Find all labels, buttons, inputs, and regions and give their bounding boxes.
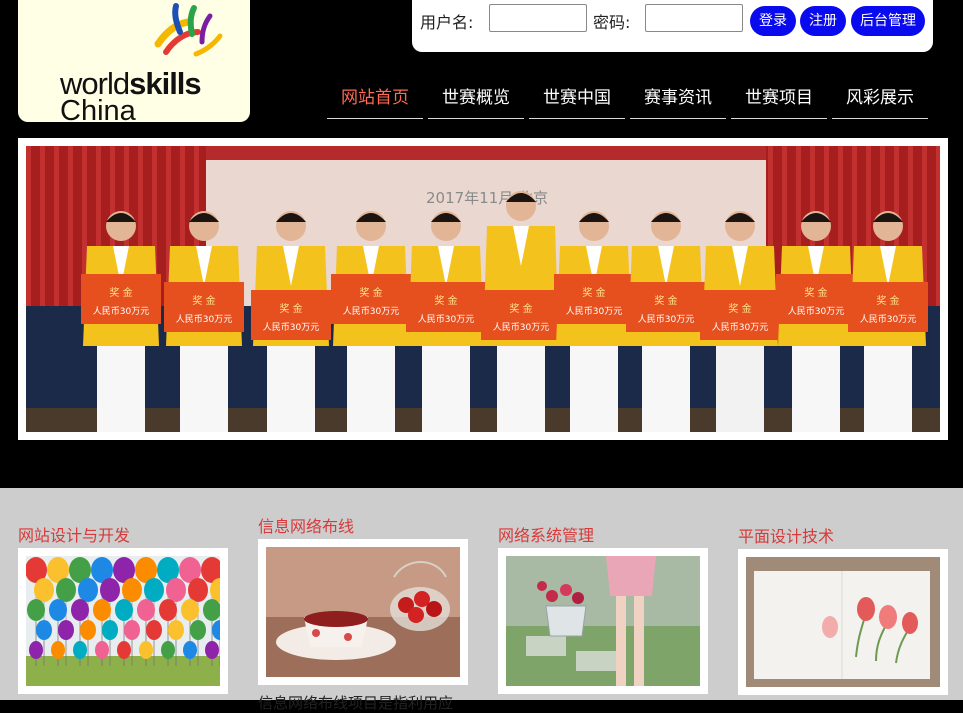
project-thumb-web[interactable] [18,548,228,694]
nav-item-showcase[interactable]: 风彩展示 [832,78,928,119]
svg-text:奖 金: 奖 金 [192,294,215,307]
svg-text:人民币30万元: 人民币30万元 [263,322,319,333]
projects-section: 网站设计与开发 信息网络布线 信息网络布线项目是指利用应 网络系统管理 平面设计… [0,488,963,712]
nav-item-overview[interactable]: 世赛概览 [428,78,524,119]
svg-text:人民币30万元: 人民币30万元 [712,322,768,333]
login-panel: 用户名: 密码: 登录 注册 后台管理 [412,0,933,52]
award-ceremony-photo: 2017年11月 北京 奖 金人民币30万元奖 金人民币30万元奖 金人民币30… [26,146,940,432]
admin-button[interactable]: 后台管理 [851,6,925,36]
svg-text:人民币30万元: 人民币30万元 [93,306,149,317]
project-thumb-graphic[interactable] [738,549,948,695]
flower-basket-image [506,556,700,686]
project-thumb-netadmin[interactable] [498,548,708,694]
svg-text:人民币30万元: 人民币30万元 [638,314,694,325]
project-title-graphic[interactable]: 平面设计技术 [738,523,834,547]
site-logo[interactable]: worldskills China [18,0,250,122]
svg-text:人民币30万元: 人民币30万元 [493,322,549,333]
svg-text:人民币30万元: 人民币30万元 [343,306,399,317]
svg-text:奖 金: 奖 金 [434,294,457,307]
password-label: 密码: [593,13,631,32]
logo-word-skills: skills [129,66,202,101]
svg-text:人民币30万元: 人民币30万元 [418,314,474,325]
tea-strawberries-image [266,547,460,677]
svg-text:人民币30万元: 人民币30万元 [788,306,844,317]
project-title-netadmin[interactable]: 网络系统管理 [498,522,594,546]
svg-text:奖 金: 奖 金 [509,302,532,315]
svg-text:奖 金: 奖 金 [582,286,605,299]
svg-text:奖 金: 奖 金 [728,302,751,315]
project-title-web[interactable]: 网站设计与开发 [18,522,130,546]
register-button[interactable]: 注册 [800,6,846,36]
project-thumb-cabling[interactable] [258,539,468,685]
svg-text:奖 金: 奖 金 [109,286,132,299]
username-input[interactable] [489,4,587,32]
worldskills-logo-mark [154,3,223,57]
svg-text:人民币30万元: 人民币30万元 [566,306,622,317]
tulip-sketch-image [746,557,940,687]
svg-text:奖 金: 奖 金 [654,294,677,307]
svg-text:人民币30万元: 人民币30万元 [176,314,232,325]
svg-text:奖 金: 奖 金 [279,302,302,315]
nav-item-china[interactable]: 世赛中国 [529,78,625,119]
nav-item-projects[interactable]: 世赛项目 [731,78,827,119]
nav-item-news[interactable]: 赛事资讯 [630,78,726,119]
nav-item-home[interactable]: 网站首页 [327,78,423,119]
project-title-cabling[interactable]: 信息网络布线 [258,513,354,537]
hero-photo: 2017年11月 北京 奖 金人民币30万元奖 金人民币30万元奖 金人民币30… [26,146,940,432]
hero-banner[interactable]: 2017年11月 北京 奖 金人民币30万元奖 金人民币30万元奖 金人民币30… [18,138,948,440]
login-button[interactable]: 登录 [750,6,796,36]
logo-wordmark: worldskills China [60,66,202,122]
balloons-image [26,556,220,686]
password-input[interactable] [645,4,743,32]
svg-text:奖 金: 奖 金 [804,286,827,299]
svg-text:人民币30万元: 人民币30万元 [860,314,916,325]
project-desc-cabling: 信息网络布线项目是指利用应 [258,694,454,712]
username-label: 用户名: [420,13,474,32]
svg-text:奖 金: 奖 金 [876,294,899,307]
svg-text:奖 金: 奖 金 [359,286,382,299]
